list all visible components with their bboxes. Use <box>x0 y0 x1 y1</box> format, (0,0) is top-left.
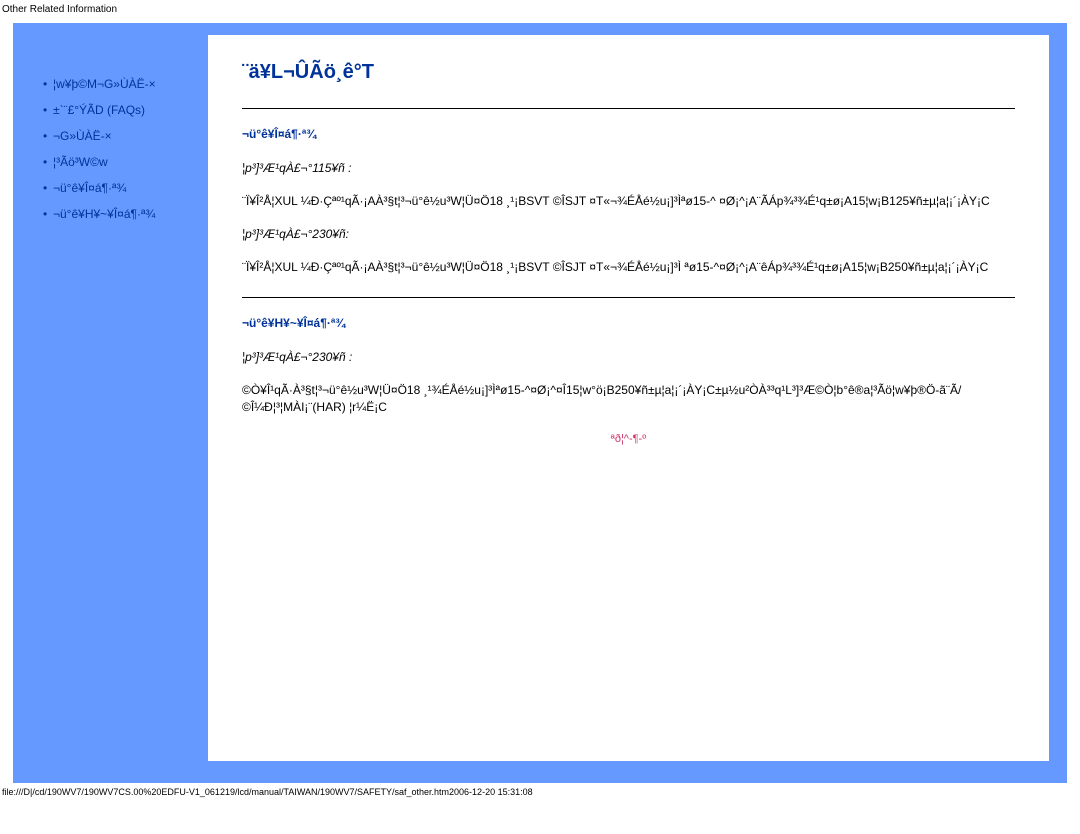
divider-2 <box>242 297 1015 298</box>
sidebar-link-4[interactable]: ¬ü°ê¥Î¤á¶·ª¾ <box>53 181 126 195</box>
sidebar-item-4[interactable]: ¬ü°ê¥Î¤á¶·ª¾ <box>43 181 198 195</box>
section2-title: ¬ü°ê¥H¥~¥Î¤á¶·ª¾ <box>242 316 1015 330</box>
divider-1 <box>242 108 1015 109</box>
section2-body1: ©Ò¥Î¹qÃ·À³§t¦³¬ü°ê½u³W¦Ü¤Ö18 ¸¹¾ÉÅé½u¡]³… <box>242 382 1015 414</box>
section1-sub2: ¦p³]³Æ¹qÀ£¬°230¥ñ: <box>242 227 1015 241</box>
content-wrap: ¨ä¥L¬ÛÃö¸ê°T ¬ü°ê¥Î¤á¶·ª¾ ¦p³]³Æ¹qÀ£¬°11… <box>208 35 1067 783</box>
outer-frame: ¦w¥þ©M¬G»ÙÀË-× ±`¨£°ÝÃD (FAQs) ¬G»ÙÀË-× … <box>13 23 1067 783</box>
sidebar-link-2[interactable]: ¬G»ÙÀË-× <box>53 129 112 143</box>
frame-row: ¦w¥þ©M¬G»ÙÀË-× ±`¨£°ÝÃD (FAQs) ¬G»ÙÀË-× … <box>13 23 1067 783</box>
sidebar-link-3[interactable]: ¦³Ãö³W©w <box>53 155 108 169</box>
section1-body1: ¨Ï¥Î²Å¦XUL ¼Ð·Çªº¹qÃ·¡AÀ³§t¦³¬ü°ê½u³W¦Ü¤… <box>242 193 1015 209</box>
sidebar-link-0[interactable]: ¦w¥þ©M¬G»ÙÀË-× <box>53 77 156 91</box>
sidebar-link-5[interactable]: ¬ü°ê¥H¥~¥Î¤á¶·ª¾ <box>53 207 155 221</box>
section2-sub1: ¦p³]³Æ¹qÀ£¬°230¥ñ : <box>242 350 1015 364</box>
sidebar-item-0[interactable]: ¦w¥þ©M¬G»ÙÀË-× <box>43 77 198 91</box>
section1-body2: ¨Ï¥Î²Å¦XUL ¼Ð·Çªº¹qÃ·¡AÀ³§t¦³¬ü°ê½u³W¦Ü¤… <box>242 259 1015 275</box>
sidebar-item-5[interactable]: ¬ü°ê¥H¥~¥Î¤á¶·ª¾ <box>43 207 198 221</box>
section1-title: ¬ü°ê¥Î¤á¶·ª¾ <box>242 127 1015 141</box>
footer-path: file:///D|/cd/190WV7/190WV7CS.00%20EDFU-… <box>0 783 1080 797</box>
page-heading: ¨ä¥L¬ÛÃö¸ê°T <box>242 61 1015 84</box>
sidebar-item-2[interactable]: ¬G»ÙÀË-× <box>43 129 198 143</box>
sidebar-link-1[interactable]: ±`¨£°ÝÃD (FAQs) <box>53 103 145 117</box>
back-to-top-link[interactable]: ªð¦^-¶-º <box>242 433 1015 445</box>
page-top-title: Other Related Information <box>0 0 1080 17</box>
sidebar-item-1[interactable]: ±`¨£°ÝÃD (FAQs) <box>43 103 198 117</box>
sidebar: ¦w¥þ©M¬G»ÙÀË-× ±`¨£°ÝÃD (FAQs) ¬G»ÙÀË-× … <box>13 35 208 783</box>
sidebar-item-3[interactable]: ¦³Ãö³W©w <box>43 155 198 169</box>
content-panel: ¨ä¥L¬ÛÃö¸ê°T ¬ü°ê¥Î¤á¶·ª¾ ¦p³]³Æ¹qÀ£¬°11… <box>208 35 1049 761</box>
section1-sub1: ¦p³]³Æ¹qÀ£¬°115¥ñ : <box>242 161 1015 175</box>
